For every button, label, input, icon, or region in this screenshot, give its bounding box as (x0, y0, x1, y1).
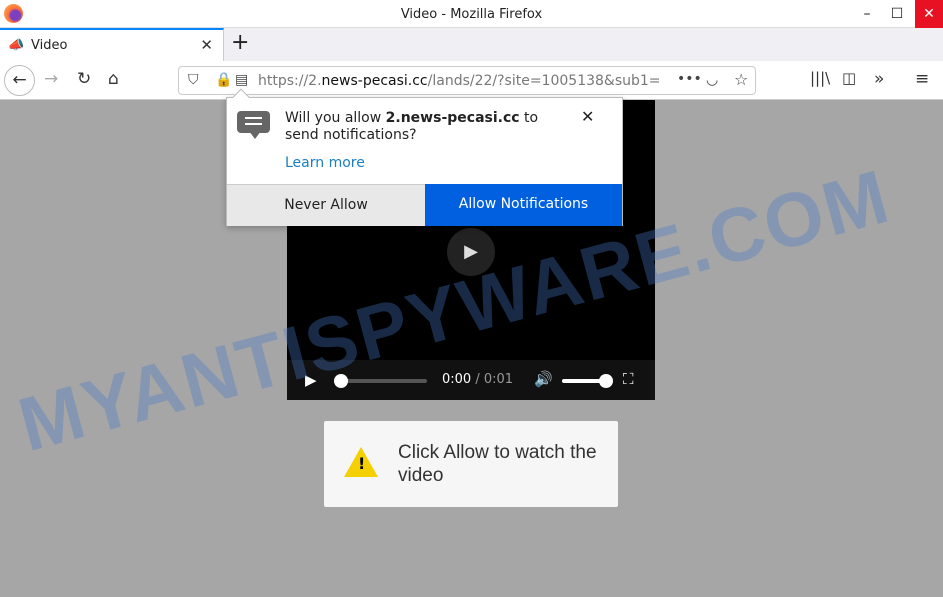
seek-slider[interactable] (334, 374, 427, 388)
big-play-button[interactable]: ▶ (447, 228, 495, 276)
seek-knob[interactable] (334, 374, 348, 388)
play-button[interactable]: ▶ (305, 371, 317, 389)
minimize-button[interactable]: – (852, 0, 882, 28)
allow-message-text: Click Allow to watch the video (398, 442, 597, 486)
url-bar[interactable]: ⛉ 🔒 ▤ https://2.news-pecasi.cc/lands/22/… (178, 66, 756, 95)
page-actions-button[interactable]: ••• (677, 71, 702, 87)
warning-icon: ! (344, 447, 378, 477)
popup-close-button[interactable]: ✕ (581, 107, 594, 126)
close-window-button[interactable]: ✕ (915, 0, 943, 28)
video-controls: ▶ 0:00 / 0:01 🔊 ⛶ (287, 360, 655, 400)
maximize-button[interactable]: ☐ (882, 0, 912, 28)
nav-bar: ← → ↻ ⌂ ⛉ 🔒 ▤ https://2.news-pecasi.cc/l… (0, 61, 943, 100)
sidebar-icon[interactable]: ◫ (842, 69, 856, 87)
volume-icon[interactable]: 🔊 (534, 370, 553, 388)
notification-permission-popup: Will you allow 2.news-pecasi.cc to send … (226, 88, 623, 226)
window-title: Video - Mozilla Firefox (400, 7, 543, 22)
megaphone-favicon-icon: 📣 (8, 38, 25, 53)
tracking-shield-icon[interactable]: ⛉ (188, 72, 199, 88)
volume-knob[interactable] (599, 374, 613, 388)
new-tab-button[interactable]: + (231, 30, 249, 55)
tab-bar: 📣 Video ✕ + (0, 28, 943, 61)
home-button[interactable]: ⌂ (108, 69, 119, 89)
learn-more-link[interactable]: Learn more (285, 155, 365, 171)
url-text[interactable]: https://2.news-pecasi.cc/lands/22/?site=… (258, 73, 668, 89)
hamburger-menu-icon[interactable]: ≡ (915, 69, 929, 89)
forward-button[interactable]: → (44, 69, 58, 89)
overflow-menu-icon[interactable]: » (874, 69, 884, 89)
library-icon[interactable]: |||\ (810, 69, 830, 87)
allow-message-box: ! Click Allow to watch the video (324, 421, 618, 507)
tab-label: Video (31, 38, 68, 53)
back-button[interactable]: ← (4, 65, 35, 96)
time-display: 0:00 / 0:01 (442, 372, 514, 387)
bookmark-star-icon[interactable]: ☆ (734, 70, 748, 89)
close-tab-button[interactable]: ✕ (200, 36, 213, 54)
pocket-icon[interactable]: ◡ (706, 72, 718, 88)
never-allow-button[interactable]: Never Allow (227, 184, 425, 226)
fullscreen-icon[interactable]: ⛶ (623, 370, 634, 388)
tab-video[interactable]: 📣 Video ✕ (0, 28, 224, 61)
title-bar: Video - Mozilla Firefox – ☐ ✕ (0, 0, 943, 28)
popup-message: Will you allow 2.news-pecasi.cc to send … (285, 110, 539, 143)
reload-button[interactable]: ↻ (77, 69, 91, 89)
allow-notifications-button[interactable]: Allow Notifications (425, 184, 622, 226)
lock-icon[interactable]: 🔒 (215, 72, 232, 88)
notification-icon (237, 111, 270, 139)
notification-permission-icon[interactable]: ▤ (235, 72, 248, 88)
volume-slider[interactable] (562, 374, 613, 388)
